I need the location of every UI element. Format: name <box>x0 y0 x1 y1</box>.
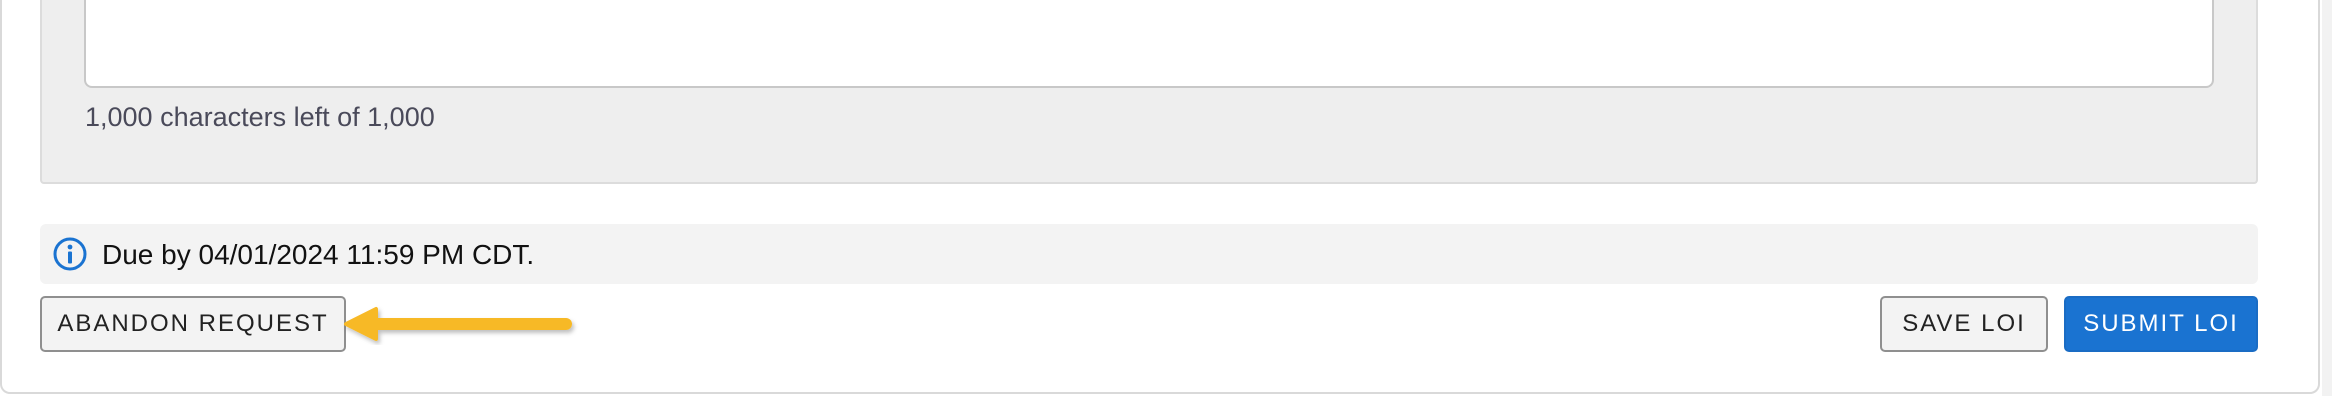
comment-textarea[interactable] <box>84 0 2214 88</box>
character-count: 1,000 characters left of 1,000 <box>85 102 435 132</box>
info-circle-icon <box>53 237 87 271</box>
due-date-info-bar: Due by 04/01/2024 11:59 PM CDT. <box>40 224 2258 284</box>
submit-loi-button[interactable]: SUBMIT LOI <box>2064 296 2258 352</box>
due-date-text: Due by 04/01/2024 11:59 PM CDT. <box>102 239 535 270</box>
left-arrow-icon <box>344 307 572 341</box>
abandon-request-button[interactable]: ABANDON REQUEST <box>40 296 346 352</box>
page: 1,000 characters left of 1,000 Due by 04… <box>0 0 2332 396</box>
page-edge <box>2322 0 2332 396</box>
save-loi-button[interactable]: SAVE LOI <box>1880 296 2048 352</box>
